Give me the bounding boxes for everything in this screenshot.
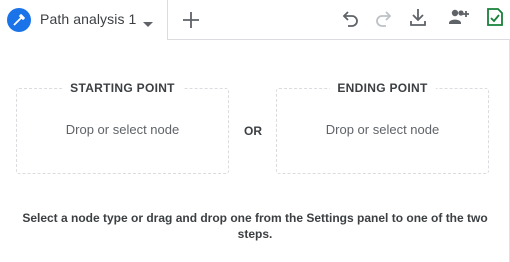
tab-title: Path analysis 1 bbox=[40, 11, 137, 27]
ending-point-dropzone[interactable]: ENDING POINT Drop or select node bbox=[276, 81, 489, 174]
tab-path-analysis[interactable]: Path analysis 1 bbox=[0, 0, 168, 40]
or-label: OR bbox=[244, 124, 262, 138]
path-analysis-canvas: Path analysis 1 STARTING POINT Drop or s… bbox=[0, 0, 510, 262]
ending-point-title: ENDING POINT bbox=[329, 81, 436, 95]
ending-point-placeholder: Drop or select node bbox=[325, 122, 440, 137]
saved-check-icon bbox=[487, 8, 503, 26]
starting-point-title: STARTING POINT bbox=[62, 81, 183, 95]
redo-icon bbox=[376, 11, 392, 27]
download-icon bbox=[410, 9, 426, 26]
download-button[interactable] bbox=[406, 6, 432, 30]
starting-point-placeholder: Drop or select node bbox=[65, 122, 180, 137]
saved-status-button[interactable] bbox=[484, 6, 510, 30]
plus-icon bbox=[183, 12, 199, 28]
starting-point-dropzone[interactable]: STARTING POINT Drop or select node bbox=[16, 81, 229, 174]
redo-button[interactable] bbox=[371, 6, 397, 30]
undo-button[interactable] bbox=[339, 6, 365, 30]
undo-icon bbox=[342, 11, 358, 27]
share-button[interactable] bbox=[446, 6, 472, 30]
add-tab-button[interactable] bbox=[169, 0, 213, 40]
top-bar: Path analysis 1 bbox=[0, 0, 510, 40]
instructions-text: Select a node type or drag and drop one … bbox=[22, 211, 488, 241]
chevron-down-icon[interactable] bbox=[142, 16, 154, 27]
share-users-icon bbox=[449, 9, 469, 24]
path-analysis-icon bbox=[7, 8, 31, 32]
